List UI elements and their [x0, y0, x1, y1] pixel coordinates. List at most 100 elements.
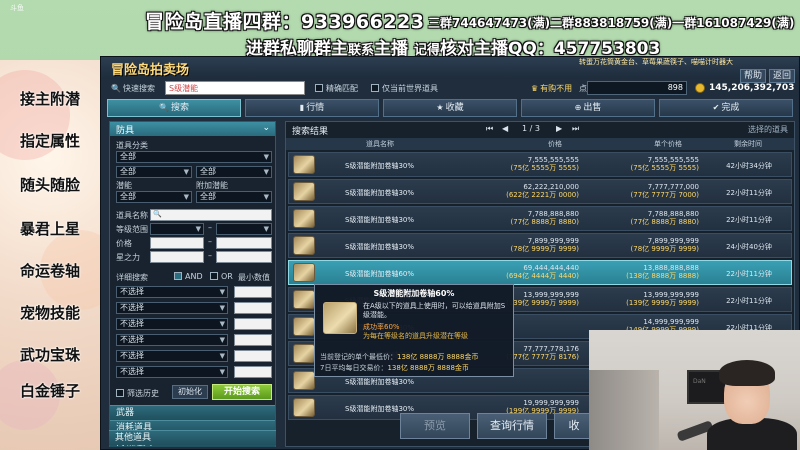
- reset-button[interactable]: 初始化: [172, 385, 208, 399]
- table-row[interactable]: S级潜能附加卷轴30% 62,222,210,000 (622亿 2221万 000…: [288, 179, 792, 204]
- row-price-value: 69,444,444,440: [523, 264, 579, 272]
- filter-category-label: 防具: [116, 126, 135, 136]
- window-title: 冒险岛拍卖场: [111, 63, 190, 78]
- price-min-input[interactable]: [150, 237, 204, 249]
- col-time-left: 剩余时间: [734, 140, 762, 148]
- collect-button[interactable]: 收: [554, 413, 594, 439]
- category-other-items[interactable]: 其他道具: [109, 430, 276, 445]
- item-name-label: 道具名称: [116, 211, 148, 220]
- detail-option-select-5[interactable]: 不选择 ▼: [116, 350, 228, 362]
- checkbox-box: [371, 84, 379, 92]
- select-value: 不选择: [120, 303, 144, 312]
- item-name-input[interactable]: 🔍: [150, 209, 272, 221]
- average-price-value: 138亿 8888万 8888金币: [387, 364, 469, 372]
- detail-option-select-2[interactable]: 不选择 ▼: [116, 302, 228, 314]
- level-min-select[interactable]: ▼: [150, 223, 204, 235]
- potential-select[interactable]: 全部 ▼: [116, 191, 192, 203]
- detail-option-select-6[interactable]: 不选择 ▼: [116, 366, 228, 378]
- level-max-select[interactable]: ▼: [216, 223, 272, 235]
- price-max-input[interactable]: [216, 237, 272, 249]
- menu-item-service: 宠物技能: [20, 304, 81, 322]
- prev-page-icon[interactable]: ◀: [502, 124, 508, 133]
- filter-category-header[interactable]: 防具 ⌄: [110, 122, 275, 136]
- table-row[interactable]: S级潜能附加卷轴60% 69,444,444,440 (694亿 4444万 444…: [288, 260, 792, 285]
- first-page-icon[interactable]: ⏮: [486, 124, 493, 134]
- row-price: 7,899,999,999 (78亿 9999万 9999): [487, 237, 579, 253]
- row-unit-price-sub: (139亿 9999万 9999): [626, 299, 699, 307]
- tooltip-average-price: 7日平均每日交易价：138亿 8888万 8888金币: [320, 363, 469, 373]
- detail-option-select-4[interactable]: 不选择 ▼: [116, 334, 228, 346]
- detail-min-input-1[interactable]: [234, 286, 272, 298]
- scroll-icon: [293, 344, 315, 363]
- chevron-down-icon: ▼: [219, 304, 225, 312]
- star-force-label: 星之力: [116, 253, 140, 262]
- next-page-icon[interactable]: ▶: [556, 124, 562, 133]
- row-unit-price-value: 7,899,999,999: [647, 237, 699, 245]
- table-row[interactable]: S级潜能附加卷轴30% 7,555,555,555 (75亿 5555万 5555)…: [288, 152, 792, 177]
- window-title-bar: 冒险岛拍卖场 转蛋万花筒黄金台、草莓果蔬筷子、喵喵计时器大 帮助 返回: [101, 57, 799, 83]
- quick-search-input[interactable]: [165, 81, 305, 95]
- row-time-left: 42小时34分钟: [726, 162, 772, 170]
- tab-complete[interactable]: ✔ 完成: [659, 99, 793, 117]
- lowest-price-label: 当前登记的单个最低价：: [320, 353, 397, 361]
- item-category-select[interactable]: 全部 ▼: [116, 151, 272, 163]
- exact-match-checkbox[interactable]: 精确匹配: [315, 83, 358, 94]
- additional-potential-select[interactable]: 全部 ▼: [196, 191, 272, 203]
- main-tabs: 🔍 搜索 ▮ 行情 ★ 收藏 ⊕ 出售 ✔ 完成: [107, 99, 795, 117]
- page-indicator: 1 / 3: [522, 124, 540, 133]
- tab-market[interactable]: ▮ 行情: [245, 99, 379, 117]
- row-unit-price-value: 13,999,999,999: [643, 291, 699, 299]
- detail-min-input-5[interactable]: [234, 350, 272, 362]
- tooltip-note: 为每在等级名的道具升级潜在等级: [363, 332, 468, 340]
- current-world-checkbox[interactable]: 仅当前世界道具: [371, 83, 438, 94]
- chevron-down-icon: ▼: [219, 288, 225, 296]
- preview-button[interactable]: 预览: [400, 413, 470, 439]
- sub-category-select[interactable]: 全部 ▼: [116, 166, 192, 178]
- tab-label: 行情: [306, 103, 325, 113]
- sub-category-select-2[interactable]: 全部 ▼: [196, 166, 272, 178]
- or-checkbox[interactable]: OR: [210, 272, 233, 281]
- row-unit-price-value: 13,888,888,888: [643, 264, 699, 272]
- category-weapons[interactable]: 武器: [110, 405, 275, 420]
- detail-min-input-6[interactable]: [234, 366, 272, 378]
- tab-favorites[interactable]: ★ 收藏: [383, 99, 517, 117]
- and-checkbox[interactable]: AND: [174, 272, 203, 281]
- row-unit-price-value: 14,999,999,999: [643, 318, 699, 326]
- row-unit-price: 7,788,888,880 (77亿 8888万 8880): [607, 210, 699, 226]
- market-query-button[interactable]: 查询行情: [477, 413, 547, 439]
- detail-min-input-2[interactable]: [234, 302, 272, 314]
- filter-history-checkbox[interactable]: 筛选历史: [116, 388, 159, 399]
- scroll-icon: [293, 236, 315, 255]
- star-min-input[interactable]: [150, 251, 204, 263]
- menu-item-service: 命运卷轴: [20, 262, 81, 280]
- and-label: AND: [185, 272, 203, 281]
- stream-logo: 斗鱼: [10, 4, 24, 12]
- star-icon: ★: [436, 103, 444, 112]
- chevron-down-icon: ▼: [219, 336, 225, 344]
- detail-min-input-4[interactable]: [234, 334, 272, 346]
- check-icon: ✔: [712, 103, 720, 112]
- search-icon: 🔍: [159, 103, 169, 112]
- tab-search[interactable]: 🔍 搜索: [107, 99, 241, 117]
- table-row[interactable]: S级潜能附加卷轴30% 7,788,888,880 (77亿 8888万 8880)…: [288, 206, 792, 231]
- detail-option-select-1[interactable]: 不选择 ▼: [116, 286, 228, 298]
- tab-sell[interactable]: ⊕ 出售: [521, 99, 655, 117]
- quick-search-bar: 🔍快速搜索 精确匹配 仅当前世界道具 ♛有购不用 898 点 145,206,3…: [101, 79, 799, 99]
- start-search-button[interactable]: 开始搜索: [212, 384, 272, 400]
- detail-option-select-3[interactable]: 不选择 ▼: [116, 318, 228, 330]
- row-price-sub: (694亿 4444万 4440): [506, 272, 579, 280]
- vip-label: 有购不用: [540, 84, 573, 93]
- additional-potential-label: 附加潜能: [196, 181, 228, 190]
- last-page-icon[interactable]: ⏭: [572, 124, 579, 134]
- table-row[interactable]: S级潜能附加卷轴30% 7,899,999,999 (78亿 9999万 9999)…: [288, 233, 792, 258]
- star-max-input[interactable]: [216, 251, 272, 263]
- potential-label: 潜能: [116, 181, 132, 190]
- menu-item-service: 白金锤子: [20, 382, 81, 400]
- row-item-name: S级潜能附加卷轴60%: [345, 270, 415, 278]
- row-price: 62,222,210,000 (622亿 2221万 0000): [487, 183, 579, 199]
- row-unit-price-sub: (75亿 5555万 5555): [630, 164, 699, 172]
- webcam-person-hair: [719, 360, 775, 386]
- scroll-icon: [293, 182, 315, 201]
- detail-min-input-3[interactable]: [234, 318, 272, 330]
- scroll-icon: [293, 290, 315, 309]
